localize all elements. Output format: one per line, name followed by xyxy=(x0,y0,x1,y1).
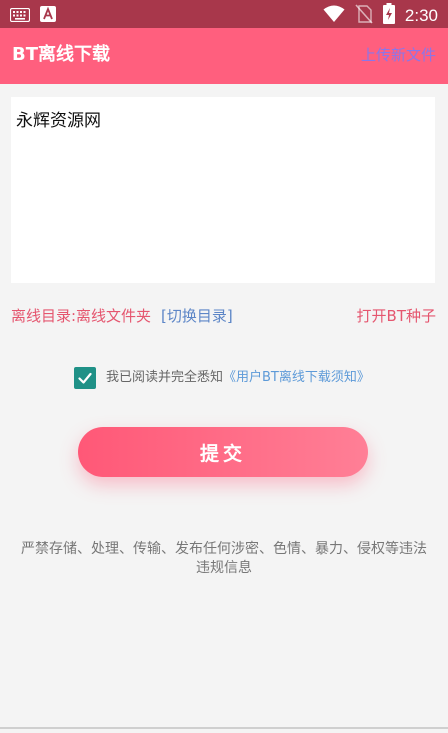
upload-new-file-button[interactable]: 上传新文件 xyxy=(361,45,436,65)
legal-notice: 严禁存储、处理、传输、发布任何涉密、色情、暴力、侵权等违法违规信息 xyxy=(21,541,427,576)
bottom-divider xyxy=(0,727,448,729)
status-bar: 2:30 xyxy=(0,0,448,28)
app-a-icon xyxy=(40,6,56,26)
content-text-area[interactable]: 永辉资源网 xyxy=(11,97,435,283)
offline-directory-label: 离线目录:离线文件夹 xyxy=(11,307,152,325)
agreement-checkbox[interactable] xyxy=(74,367,96,389)
app-bar: BT离线下载 上传新文件 xyxy=(0,28,448,84)
bt-download-terms-link[interactable]: 《用户BT离线下载须知》 xyxy=(223,368,370,388)
submit-button[interactable]: 提交 xyxy=(78,427,368,477)
page-title: BT离线下载 xyxy=(12,44,110,65)
agreement-row: 我已阅读并完全悉知 《用户BT离线下载须知》 xyxy=(74,367,370,389)
keyboard-icon xyxy=(9,7,31,26)
no-sim-icon xyxy=(355,3,373,28)
battery-charging-icon xyxy=(382,3,395,28)
status-time: 2:30 xyxy=(404,5,438,25)
text-area-value: 永辉资源网 xyxy=(16,111,101,131)
switch-directory-link[interactable]: [切换目录] xyxy=(161,306,233,326)
checkmark-icon xyxy=(78,372,92,384)
agreement-text: 我已阅读并完全悉知 xyxy=(106,370,224,385)
status-left-icons xyxy=(9,6,56,26)
wifi-icon xyxy=(323,5,345,27)
status-right-icons: 2:30 xyxy=(323,3,438,28)
open-bt-torrent-button[interactable]: 打开BT种子 xyxy=(357,306,436,326)
